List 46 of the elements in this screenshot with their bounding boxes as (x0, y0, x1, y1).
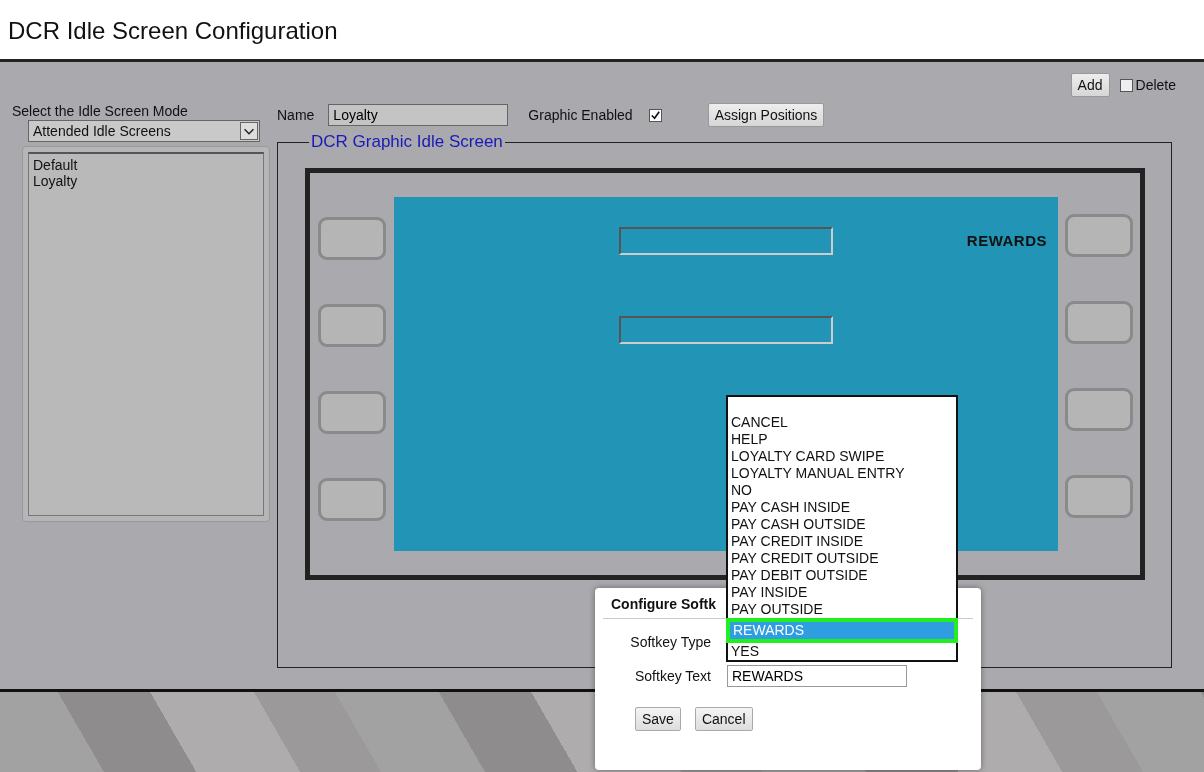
list-item[interactable]: Loyalty (33, 173, 259, 189)
graphic-enabled-checkbox[interactable] (648, 108, 662, 122)
dropdown-option[interactable]: NO (728, 482, 956, 499)
dropdown-option[interactable]: PAY INSIDE (728, 584, 956, 601)
softkey-button[interactable] (318, 217, 386, 260)
name-label: Name (277, 107, 315, 123)
softkey-type-label: Softkey Type (629, 634, 711, 650)
delete-label: Delete (1135, 77, 1176, 93)
dropdown-option[interactable]: PAY DEBIT OUTSIDE (728, 567, 956, 584)
assign-positions-button[interactable]: Assign Positions (707, 103, 825, 127)
graphic-enabled-label: Graphic Enabled (528, 107, 633, 123)
page-title: DCR Idle Screen Configuration (8, 17, 338, 44)
softkey-button[interactable] (318, 391, 386, 434)
dropdown-option[interactable]: HELP (728, 431, 956, 448)
mode-label: Select the Idle Screen Mode (12, 103, 189, 119)
mode-select[interactable]: Attended Idle Screens (28, 120, 260, 142)
dropdown-option[interactable]: PAY CREDIT INSIDE (728, 533, 956, 550)
add-button[interactable]: Add (1070, 73, 1110, 97)
screen-list[interactable]: Default Loyalty (28, 152, 264, 516)
dropdown-option[interactable]: PAY CASH INSIDE (728, 499, 956, 516)
list-item[interactable]: Default (33, 157, 259, 173)
delete-checkbox[interactable] (1119, 78, 1133, 92)
softkey-button[interactable] (318, 304, 386, 347)
screen-field[interactable] (619, 227, 833, 255)
softkey-text-label: Softkey Text (634, 668, 711, 684)
softkey-button[interactable] (1065, 301, 1133, 344)
screen-field[interactable] (619, 316, 833, 344)
dropdown-option[interactable]: LOYALTY MANUAL ENTRY (728, 465, 956, 482)
dropdown-option[interactable]: PAY OUTSIDE (728, 601, 956, 618)
group-legend: DCR Graphic Idle Screen (309, 132, 505, 152)
softkey-button[interactable] (1065, 214, 1133, 257)
dropdown-option[interactable]: YES (728, 643, 956, 660)
softkey-button[interactable] (1065, 475, 1133, 518)
softkey-button[interactable] (318, 478, 386, 521)
save-button[interactable]: Save (635, 707, 681, 731)
cancel-button[interactable]: Cancel (694, 707, 753, 731)
dropdown-option[interactable]: CANCEL (728, 414, 956, 431)
dropdown-option[interactable]: PAY CREDIT OUTSIDE (728, 550, 956, 567)
name-field[interactable]: Loyalty (328, 104, 509, 126)
dropdown-option[interactable]: LOYALTY CARD SWIPE (728, 448, 956, 465)
softkey-text-field[interactable]: REWARDS (727, 665, 907, 687)
caret-icon (240, 122, 258, 140)
dialog-title: Configure Softk (611, 596, 716, 612)
dropdown-option[interactable]: PAY CASH OUTSIDE (728, 516, 956, 533)
softkey-text: REWARDS (966, 232, 1047, 249)
softkey-button[interactable] (1065, 388, 1133, 431)
